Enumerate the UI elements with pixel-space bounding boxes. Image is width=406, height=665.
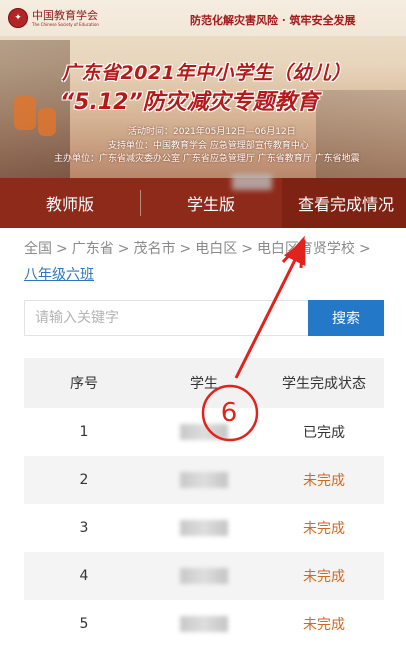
table-row: 2 未完成 — [24, 456, 384, 504]
tab-view-completion[interactable]: 查看完成情况 — [282, 178, 406, 228]
breadcrumb-separator: > — [117, 241, 130, 257]
banner-rubble-image-right — [316, 90, 406, 178]
row-status: 已完成 — [303, 425, 345, 441]
breadcrumb-current-class[interactable]: 八年级六班 — [24, 267, 94, 283]
table-header: 序号 学生 学生完成状态 — [24, 358, 384, 408]
row-index: 1 — [79, 424, 89, 440]
header-status: 学生完成状态 — [282, 376, 366, 392]
header-student: 学生 — [190, 376, 218, 392]
breadcrumb-item-school[interactable]: 电白区育贤学校 — [257, 241, 355, 257]
row-status: 未完成 — [303, 617, 345, 633]
society-logo: ✦ 中国教育学会 The Chinese Society of Educatio… — [8, 8, 99, 28]
table-row: 4 未完成 — [24, 552, 384, 600]
row-index: 4 — [79, 568, 89, 584]
row-index: 5 — [79, 616, 89, 632]
student-name-masked — [144, 472, 264, 488]
banner-activity-time: 活动时间：2021年05月12日—06月12日 — [128, 127, 296, 137]
table-row: 5 未完成 — [24, 600, 384, 648]
search-bar: 搜索 — [24, 300, 384, 336]
logo-name-cn: 中国教育学会 — [32, 8, 98, 22]
table-row: 1 已完成 — [24, 408, 384, 456]
breadcrumb-separator: > — [358, 241, 371, 257]
mosaic-blur — [232, 174, 272, 190]
version-tab-bar: 教师版 学生版 查看完成情况 — [0, 178, 406, 228]
completion-table: 序号 学生 学生完成状态 1 已完成 2 未完成 3 未完成 4 未完成 5 未… — [24, 358, 384, 648]
row-index: 3 — [79, 520, 89, 536]
breadcrumb-item-province[interactable]: 广东省 — [72, 241, 114, 257]
breadcrumb: 全国 > 广东省 > 茂名市 > 电白区 > 电白区育贤学校 > 八年级六班 — [24, 236, 399, 288]
breadcrumb-separator: > — [179, 241, 192, 257]
logo-name-en: The Chinese Society of Education — [32, 21, 99, 27]
student-name-masked — [144, 568, 264, 584]
breadcrumb-item-country[interactable]: 全国 — [24, 241, 52, 257]
banner-title-line1: 广东省2021年中小学生（幼儿） — [62, 62, 351, 84]
student-name-masked — [144, 520, 264, 536]
rescue-worker-figure — [38, 108, 56, 136]
banner-title-line2: “5.12”防灾减灾专题教育 — [60, 90, 319, 115]
breadcrumb-item-district[interactable]: 电白区 — [195, 241, 237, 257]
society-emblem-icon: ✦ — [8, 8, 28, 28]
row-status: 未完成 — [303, 569, 345, 585]
banner-host-units: 主办单位：广东省减灾委办公室 广东省应急管理厅 广东省教育厅 广东省地震 — [54, 154, 360, 164]
breadcrumb-separator: > — [241, 241, 253, 257]
annotation-step-number: 6 — [220, 398, 238, 428]
search-input[interactable] — [24, 300, 308, 336]
student-name-masked — [144, 616, 264, 632]
row-index: 2 — [79, 472, 89, 488]
activity-banner: ✦ 中国教育学会 The Chinese Society of Educatio… — [0, 0, 406, 178]
banner-support-units: 支持单位：中国教育学会 应急管理部宣传教育中心 — [108, 141, 309, 151]
breadcrumb-separator: > — [56, 241, 68, 257]
search-button[interactable]: 搜索 — [308, 300, 384, 336]
tab-teacher-version[interactable]: 教师版 — [0, 178, 140, 228]
table-row: 3 未完成 — [24, 504, 384, 552]
row-status: 未完成 — [303, 473, 345, 489]
rescue-worker-figure — [14, 96, 36, 130]
banner-slogan: 防范化解灾害风险 · 筑牢安全发展 — [190, 14, 356, 27]
breadcrumb-item-city[interactable]: 茂名市 — [133, 241, 175, 257]
student-name-masked — [144, 424, 264, 440]
header-index: 序号 — [70, 376, 98, 392]
row-status: 未完成 — [303, 521, 345, 537]
